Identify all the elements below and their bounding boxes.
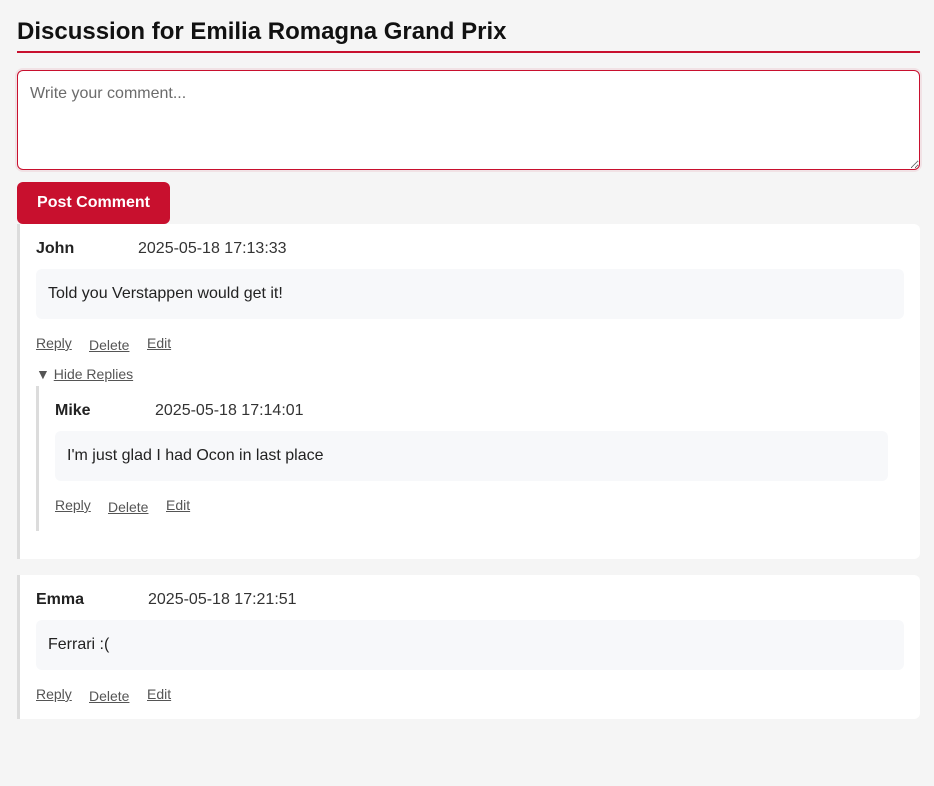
hide-replies-toggle[interactable]: ▼ Hide Replies (36, 366, 133, 382)
comment-author: Emma (36, 591, 85, 608)
comment-input[interactable] (17, 70, 920, 170)
reply-author: Mike (55, 402, 91, 419)
reply-button[interactable]: Reply (36, 335, 72, 351)
comment-text: Ferrari :( (36, 620, 904, 670)
comment-card: John 2025-05-18 17:13:33 Told you Versta… (17, 224, 920, 559)
reply-thread: Mike 2025-05-18 17:14:01 I'm just glad I… (36, 386, 888, 531)
edit-button[interactable]: Edit (147, 686, 171, 702)
reply-timestamp: 2025-05-18 17:14:01 (155, 402, 304, 419)
edit-button[interactable]: Edit (147, 335, 171, 351)
reply-button[interactable]: Reply (36, 686, 72, 702)
comment-text: Told you Verstappen would get it! (36, 269, 904, 319)
post-comment-button[interactable]: Post Comment (17, 182, 170, 224)
delete-button[interactable]: Delete (89, 337, 129, 353)
comment-timestamp: 2025-05-18 17:21:51 (148, 591, 297, 608)
title-divider (17, 51, 920, 53)
edit-button[interactable]: Edit (166, 497, 190, 513)
delete-button[interactable]: Delete (108, 499, 148, 515)
comment-author: John (36, 240, 75, 257)
reply-button[interactable]: Reply (55, 497, 91, 513)
comment-card: Emma 2025-05-18 17:21:51 Ferrari :( Repl… (17, 575, 920, 719)
triangle-down-icon: ▼ (36, 366, 50, 382)
hide-replies-label: Hide Replies (53, 366, 134, 382)
delete-button[interactable]: Delete (89, 688, 129, 704)
page-title: Discussion for Emilia Romagna Grand Prix (17, 18, 507, 45)
reply-text: I'm just glad I had Ocon in last place (55, 431, 888, 481)
comment-timestamp: 2025-05-18 17:13:33 (138, 240, 287, 257)
